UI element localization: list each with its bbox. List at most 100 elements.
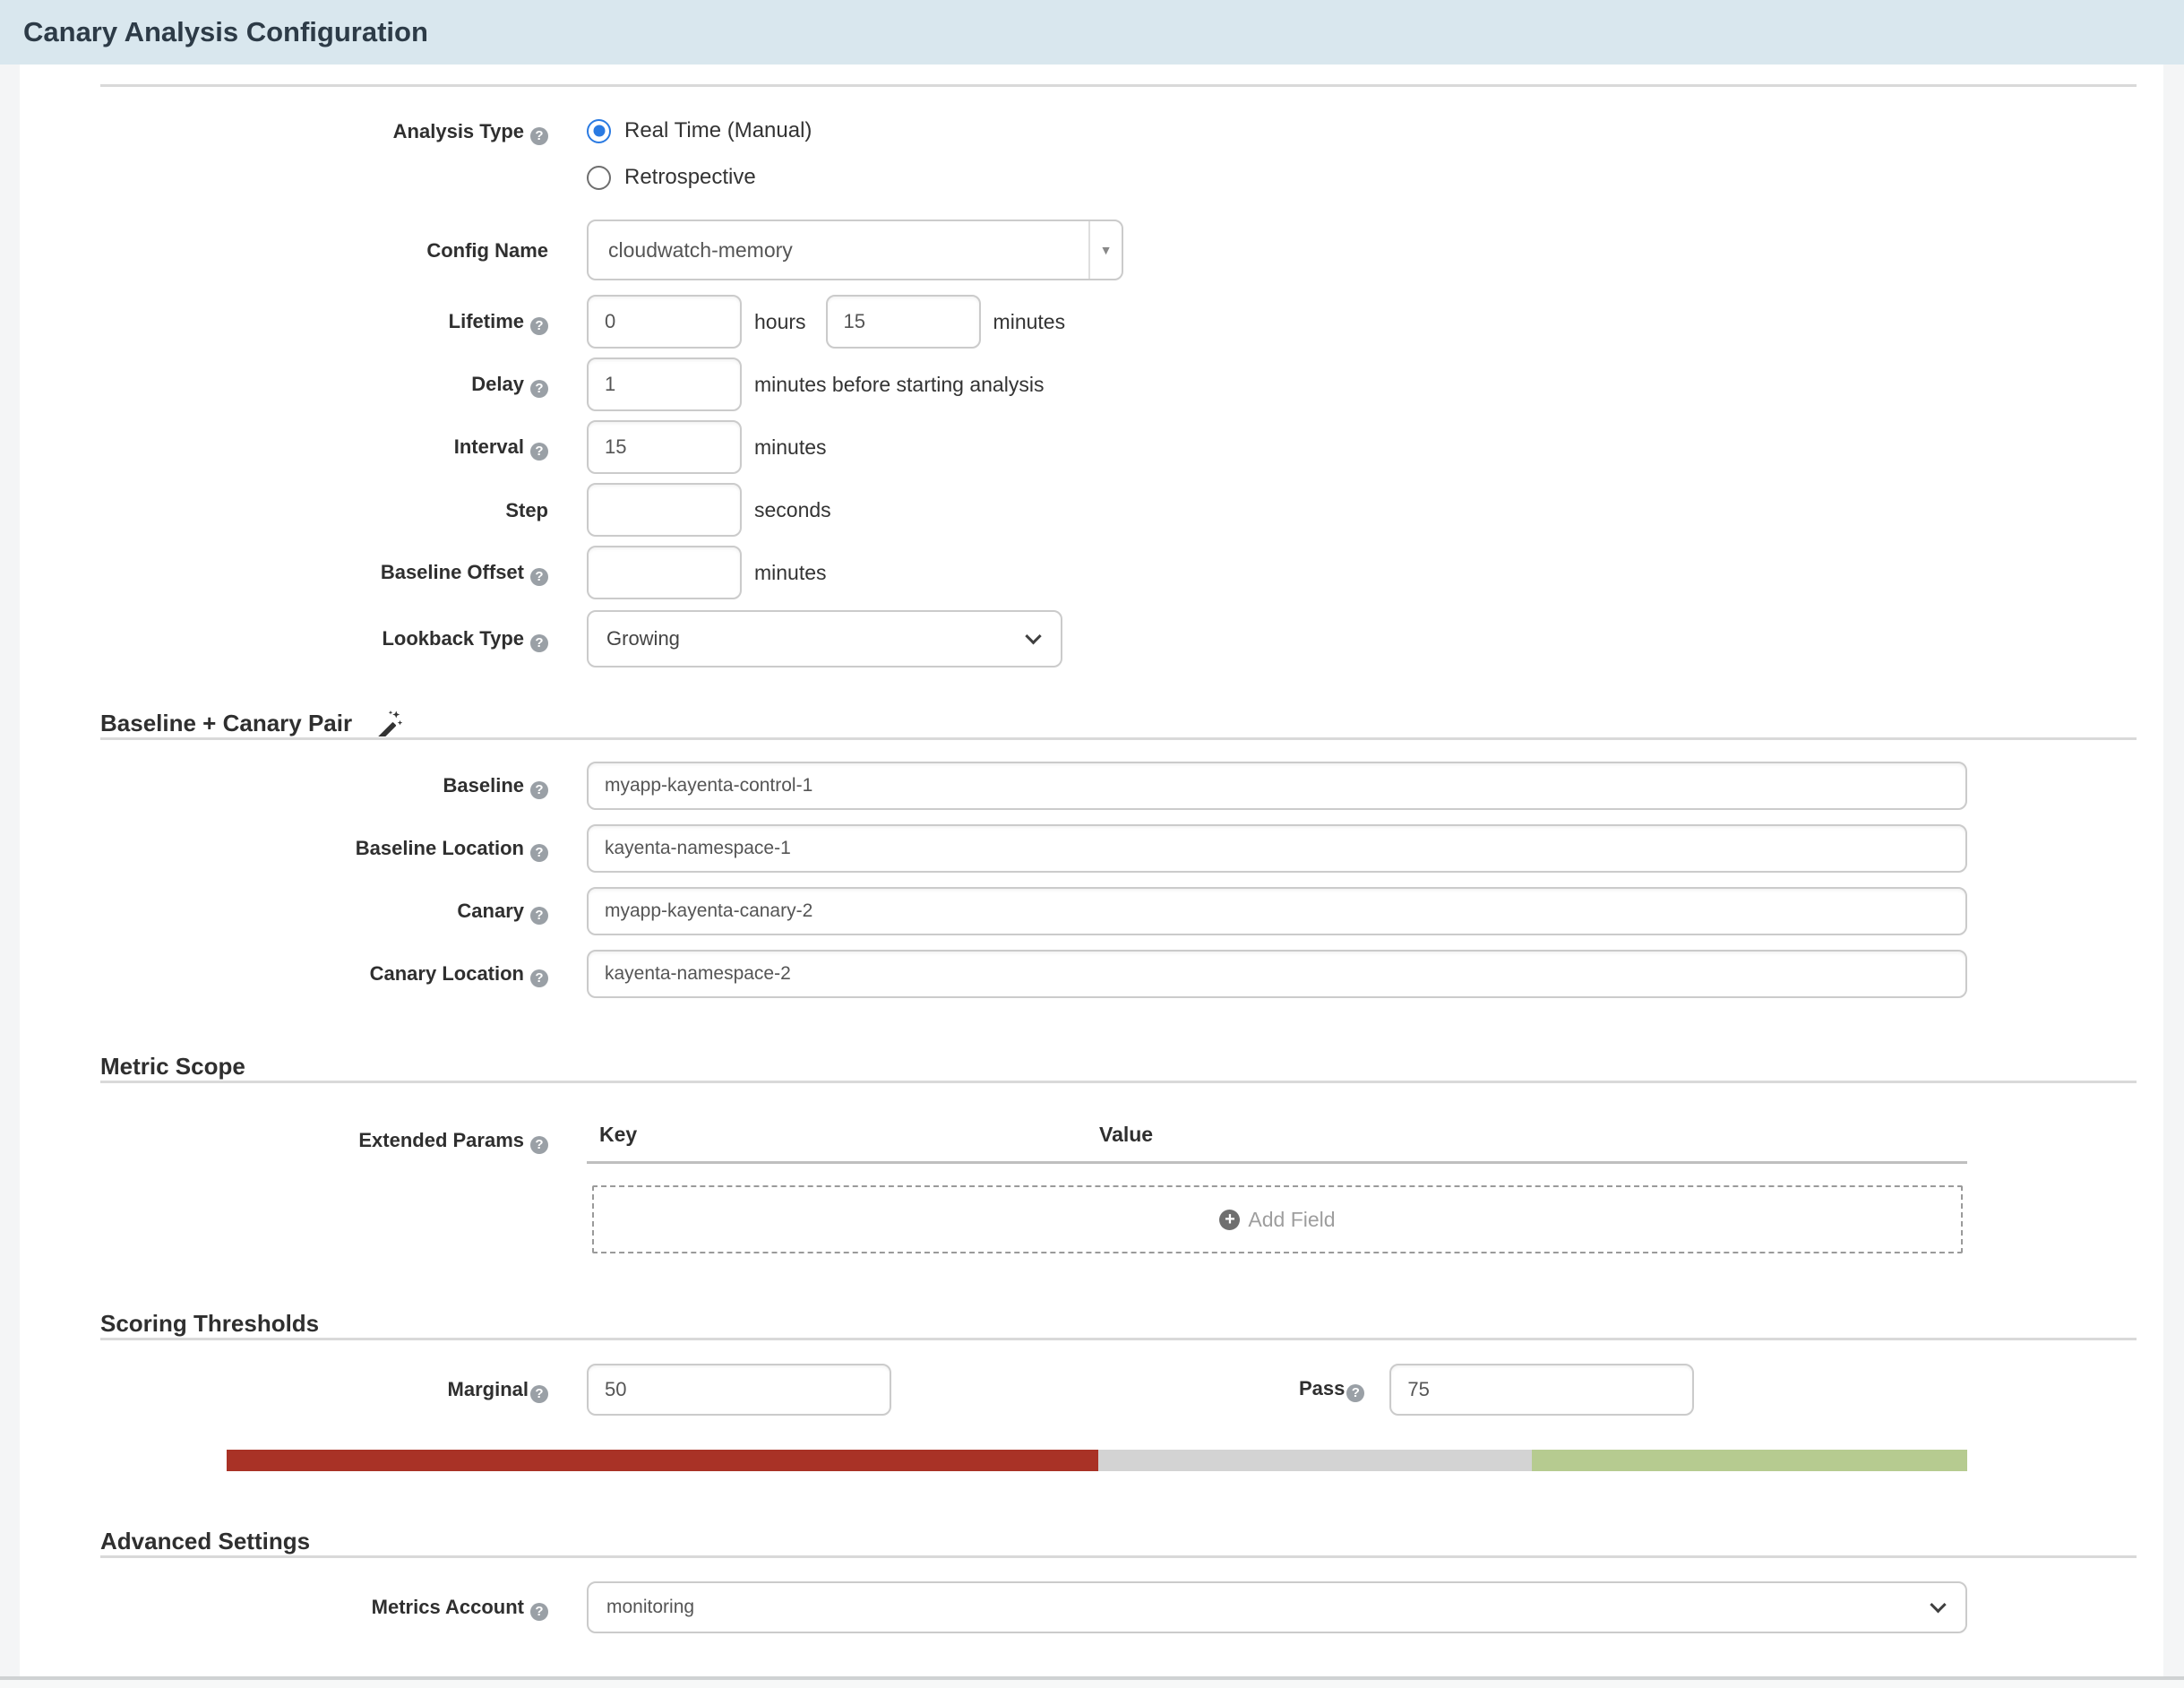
delay-field: minutes before starting analysis <box>587 357 2137 411</box>
baseline-label: Baseline? <box>100 773 548 799</box>
add-field-button[interactable]: + Add Field <box>592 1185 1963 1253</box>
baseline-input[interactable] <box>587 762 1967 810</box>
lifetime-field: hours minutes <box>587 295 2137 349</box>
baseline-location-input[interactable] <box>587 824 1967 873</box>
pass-label: Pass? <box>1299 1377 1364 1402</box>
radio-real-time-manual[interactable]: Real Time (Manual) <box>587 114 2137 148</box>
config-name-combobox[interactable]: cloudwatch-memory ▼ <box>587 220 1123 280</box>
divider <box>100 1555 2137 1558</box>
magic-wand-icon[interactable] <box>375 710 402 736</box>
step-input[interactable] <box>587 483 742 537</box>
lifetime-label: Lifetime? <box>100 309 548 335</box>
thresholds-row: Marginal? Pass? <box>100 1364 2137 1416</box>
interval-field: minutes <box>587 420 2137 474</box>
lookback-type-field: Growing <box>587 610 2137 667</box>
divider <box>100 84 2137 87</box>
content-card: Analysis Type? Real Time (Manual) Retros… <box>20 65 2163 1688</box>
baseline-offset-unit-label: minutes <box>754 561 827 585</box>
help-icon[interactable]: ? <box>530 443 548 461</box>
metric-scope-heading: Metric Scope <box>100 1052 2137 1081</box>
help-icon[interactable]: ? <box>530 380 548 398</box>
canary-location-field <box>587 950 2137 998</box>
metrics-account-row: Metrics Account? monitoring <box>100 1581 2137 1633</box>
baseline-offset-input[interactable] <box>587 546 742 599</box>
baseline-canary-pair-heading: Baseline + Canary Pair <box>100 709 2137 737</box>
lifetime-hours-input[interactable] <box>587 295 742 349</box>
help-icon[interactable]: ? <box>530 1136 548 1154</box>
threshold-bar-marginal-segment <box>227 1450 1098 1471</box>
baseline-offset-row: Baseline Offset? minutes <box>100 546 2137 599</box>
help-icon[interactable]: ? <box>530 844 548 862</box>
interval-row: Interval? minutes <box>100 420 2137 474</box>
threshold-bar-middle-segment <box>1098 1450 1532 1471</box>
help-icon[interactable]: ? <box>530 127 548 145</box>
radio-selected-icon[interactable] <box>587 119 611 143</box>
lookback-type-select[interactable]: Growing <box>587 610 1062 667</box>
baseline-location-row: Baseline Location? <box>100 824 2137 873</box>
pass-group: Pass? <box>1299 1364 1694 1416</box>
minutes-unit-label: minutes <box>993 310 1066 334</box>
metrics-account-label: Metrics Account? <box>100 1595 548 1621</box>
metrics-account-select[interactable]: monitoring <box>587 1581 1967 1633</box>
lookback-type-label: Lookback Type? <box>100 626 548 652</box>
help-icon[interactable]: ? <box>530 781 548 799</box>
divider <box>100 1081 2137 1083</box>
page-title: Canary Analysis Configuration <box>23 16 428 48</box>
extended-params-label: Extended Params? <box>100 1123 548 1253</box>
canary-config-form: Analysis Type? Real Time (Manual) Retros… <box>100 65 2137 1633</box>
bottom-section-edge <box>0 1676 2184 1688</box>
lifetime-minutes-input[interactable] <box>826 295 981 349</box>
chevron-down-icon <box>1930 1597 1946 1613</box>
help-icon[interactable]: ? <box>530 969 548 987</box>
radio-retrospective[interactable]: Retrospective <box>587 160 2137 194</box>
delay-input[interactable] <box>587 357 742 411</box>
plus-circle-icon: + <box>1219 1210 1240 1230</box>
canary-location-row: Canary Location? <box>100 950 2137 998</box>
marginal-input[interactable] <box>587 1364 891 1416</box>
chevron-down-icon <box>1025 628 1041 644</box>
help-icon[interactable]: ? <box>530 568 548 586</box>
advanced-settings-heading: Advanced Settings <box>100 1527 2137 1555</box>
lifetime-row: Lifetime? hours minutes <box>100 295 2137 349</box>
caret-down-icon[interactable]: ▼ <box>1088 221 1122 279</box>
threshold-bar-pass-segment <box>1532 1450 1967 1471</box>
help-icon[interactable]: ? <box>1346 1384 1364 1402</box>
delay-row: Delay? minutes before starting analysis <box>100 357 2137 411</box>
step-row: Step seconds <box>100 483 2137 537</box>
canary-row: Canary? <box>100 887 2137 935</box>
help-icon[interactable]: ? <box>530 907 548 925</box>
scoring-thresholds-heading: Scoring Thresholds <box>100 1309 2137 1338</box>
threshold-gradient-bar <box>227 1450 1967 1471</box>
baseline-offset-label: Baseline Offset? <box>100 560 548 586</box>
baseline-row: Baseline? <box>100 762 2137 810</box>
thresholds-field: Pass? <box>587 1364 2137 1416</box>
config-name-value[interactable]: cloudwatch-memory <box>589 221 1088 279</box>
radio-unselected-icon[interactable] <box>587 166 611 190</box>
interval-label: Interval? <box>100 435 548 461</box>
baseline-offset-field: minutes <box>587 546 2137 599</box>
key-column-header: Key <box>587 1123 1099 1147</box>
divider <box>100 737 2137 740</box>
canary-location-input[interactable] <box>587 950 1967 998</box>
metrics-account-value: monitoring <box>606 1597 694 1618</box>
divider <box>100 1338 2137 1340</box>
analysis-type-row: Analysis Type? Real Time (Manual) Retros… <box>100 114 2137 207</box>
help-icon[interactable]: ? <box>530 1385 548 1403</box>
config-name-label: Config Name <box>100 238 548 263</box>
lookback-type-value: Growing <box>606 627 680 650</box>
baseline-field <box>587 762 2137 810</box>
pass-input[interactable] <box>1389 1364 1694 1416</box>
extended-params-table: Key Value + Add Field <box>587 1123 2137 1253</box>
baseline-location-field <box>587 824 2137 873</box>
help-icon[interactable]: ? <box>530 317 548 335</box>
canary-label: Canary? <box>100 899 548 925</box>
interval-unit-label: minutes <box>754 435 827 460</box>
interval-input[interactable] <box>587 420 742 474</box>
step-label: Step <box>100 498 548 522</box>
canary-input[interactable] <box>587 887 1967 935</box>
help-icon[interactable]: ? <box>530 634 548 652</box>
analysis-type-options: Real Time (Manual) Retrospective <box>587 114 2137 207</box>
step-unit-label: seconds <box>754 498 831 522</box>
help-icon[interactable]: ? <box>530 1603 548 1621</box>
delay-unit-label: minutes before starting analysis <box>754 373 1044 397</box>
